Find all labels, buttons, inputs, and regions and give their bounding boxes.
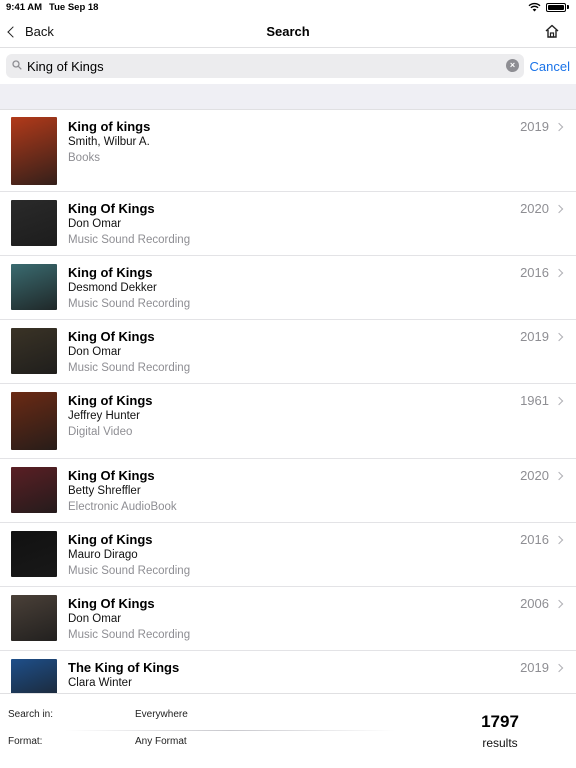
result-year: 2020 xyxy=(520,201,549,216)
search-icon xyxy=(12,60,22,70)
status-time: 9:41 AM xyxy=(6,2,43,13)
result-format: Digital Video xyxy=(68,426,133,438)
result-author: Don Omar xyxy=(68,346,122,358)
cover-thumbnail xyxy=(11,467,57,513)
result-title: King of Kings xyxy=(68,393,153,408)
result-author: Betty Shreffler xyxy=(68,485,141,497)
result-year: 2016 xyxy=(520,532,549,547)
clear-icon[interactable]: × xyxy=(506,59,519,72)
chevron-right-icon xyxy=(554,332,564,342)
result-title: King Of Kings xyxy=(68,468,155,483)
chevron-right-icon xyxy=(554,471,564,481)
result-title: King Of Kings xyxy=(68,329,155,344)
result-author: Smith, Wilbur A. xyxy=(68,136,150,148)
result-year: 2019 xyxy=(520,119,549,134)
result-format: Music Sound Recording xyxy=(68,234,191,246)
results-list[interactable]: King of kings Smith, Wilbur A. Books 2019 Ki… xyxy=(0,110,576,693)
result-author: Mauro Dirago xyxy=(68,549,138,561)
result-year: 2019 xyxy=(520,660,549,675)
format-label: Format: xyxy=(8,736,43,747)
result-title: King Of Kings xyxy=(68,201,155,216)
cover-thumbnail xyxy=(11,328,57,374)
result-row[interactable]: King Of Kings Don Omar Music Sound Recordi… xyxy=(0,320,576,384)
footer-divider xyxy=(65,730,395,731)
status-date: Tue Sep 18 xyxy=(49,2,99,13)
chevron-right-icon xyxy=(554,396,564,406)
format-value[interactable]: Any Format xyxy=(135,736,187,747)
cover-thumbnail xyxy=(11,117,57,185)
search-query: King of Kings xyxy=(27,59,104,74)
result-author: Jeffrey Hunter xyxy=(68,410,141,422)
result-year: 1961 xyxy=(520,393,549,408)
result-format: Music Sound Recording xyxy=(68,362,191,374)
home-icon[interactable] xyxy=(544,23,560,39)
result-year: 2019 xyxy=(520,329,549,344)
result-title: King of Kings xyxy=(68,532,153,547)
battery-icon xyxy=(546,2,566,12)
page-title: Search xyxy=(266,24,310,39)
result-author: Don Omar xyxy=(68,613,122,625)
result-title: King Of Kings xyxy=(68,596,155,611)
result-title: King of Kings xyxy=(68,265,153,280)
navigation-bar: Back Search xyxy=(0,16,576,48)
result-format: Music Sound Recording xyxy=(68,298,191,310)
result-title: King of kings xyxy=(68,119,151,134)
result-format: Music Sound Recording xyxy=(68,565,191,577)
status-bar: 9:41 AM Tue Sep 18 xyxy=(0,0,576,16)
search-in-label: Search in: xyxy=(8,709,54,720)
cover-thumbnail xyxy=(11,595,57,641)
result-format: Books xyxy=(68,152,100,164)
result-row[interactable]: King of Kings Desmond Dekker Music Sound R… xyxy=(0,256,576,320)
result-title: The King of Kings xyxy=(68,660,180,675)
search-row: King of Kings × Cancel xyxy=(0,48,576,84)
cover-thumbnail xyxy=(11,659,57,693)
cancel-button[interactable]: Cancel xyxy=(530,59,570,74)
result-author: Desmond Dekker xyxy=(68,282,157,294)
result-row[interactable]: King Of Kings Don Omar Music Sound Recordi… xyxy=(0,587,576,651)
result-author: Don Omar xyxy=(68,218,122,230)
chevron-right-icon xyxy=(554,122,564,132)
result-format: Electronic AudioBook xyxy=(68,501,177,513)
chevron-right-icon xyxy=(554,268,564,278)
result-format: Music Sound Recording xyxy=(68,629,191,641)
section-spacer xyxy=(0,84,576,110)
result-row[interactable]: King Of Kings Betty Shreffler Electronic A… xyxy=(0,459,576,523)
wifi-icon xyxy=(528,2,541,12)
result-row[interactable]: King Of Kings Don Omar Music Sound Recordi… xyxy=(0,192,576,256)
result-author: Clara Winter xyxy=(68,677,132,689)
result-count: 1797 xyxy=(481,712,519,731)
result-year: 2016 xyxy=(520,265,549,280)
chevron-right-icon xyxy=(554,663,564,673)
result-count-label: results xyxy=(482,736,518,750)
battery-nub-icon xyxy=(567,5,569,9)
result-row[interactable]: King of kings Smith, Wilbur A. Books 2019 xyxy=(0,110,576,192)
result-row[interactable]: King of Kings Jeffrey Hunter Digital Video… xyxy=(0,384,576,459)
result-year: 2020 xyxy=(520,468,549,483)
result-row[interactable]: King of Kings Mauro Dirago Music Sound Rec… xyxy=(0,523,576,587)
chevron-right-icon xyxy=(554,535,564,545)
cover-thumbnail xyxy=(11,200,57,246)
search-in-value[interactable]: Everywhere xyxy=(135,709,188,720)
search-summary-footer: Search in: Everywhere Format: Any Format… xyxy=(0,693,576,768)
result-row[interactable]: The King of Kings Clara Winter 2019 xyxy=(0,651,576,693)
search-input[interactable]: King of Kings × xyxy=(6,54,524,78)
chevron-right-icon xyxy=(554,599,564,609)
chevron-right-icon xyxy=(554,204,564,214)
result-year: 2006 xyxy=(520,596,549,611)
cover-thumbnail xyxy=(11,264,57,310)
cover-thumbnail xyxy=(11,392,57,450)
status-icons xyxy=(528,2,569,12)
cover-thumbnail xyxy=(11,531,57,577)
